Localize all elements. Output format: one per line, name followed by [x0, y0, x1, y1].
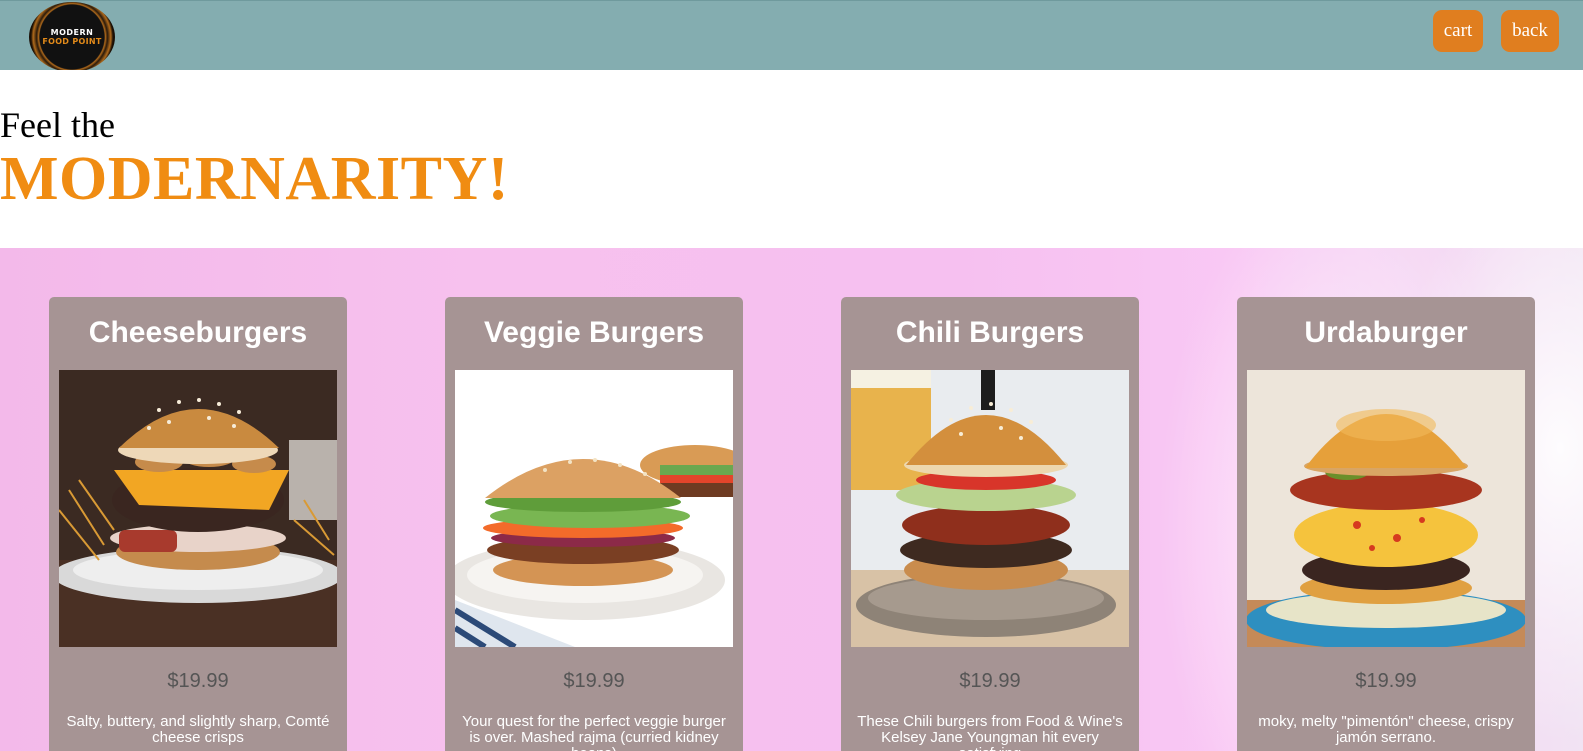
cart-button[interactable]: cart — [1433, 10, 1483, 52]
logo-text-bottom: FOOD POINT — [42, 37, 102, 46]
product-price: $19.99 — [563, 670, 625, 692]
modern-food-point-logo[interactable]: MODERN FOOD POINT — [29, 2, 115, 72]
product-title: Veggie Burgers — [483, 316, 705, 349]
product-description: These Chili burgers from Food & Wine's K… — [857, 713, 1123, 751]
product-price: $19.99 — [1355, 670, 1417, 692]
product-description: moky, melty "pimentón" cheese, crispy ja… — [1258, 713, 1514, 746]
product-description: Your quest for the perfect veggie burger… — [462, 713, 726, 751]
product-price: $19.99 — [959, 670, 1021, 692]
product-grid: Cheeseburgers $19.99 Salty, buttery, and… — [0, 248, 1583, 751]
product-card-veggie-burgers[interactable]: Veggie Burgers $19.99 Your quest for the… — [445, 297, 743, 751]
hero-subtitle: Feel the — [0, 105, 115, 145]
product-title: Cheeseburgers — [88, 316, 308, 349]
logo-text-top: MODERN — [50, 28, 94, 37]
product-card-chili-burgers[interactable]: Chili Burgers $19.99 These Chili burgers… — [841, 297, 1139, 751]
product-title: Chili Burgers — [895, 316, 1085, 349]
product-card-urdaburger[interactable]: Urdaburger $19.99 moky, melty "pimentón"… — [1237, 297, 1535, 751]
product-card-cheeseburgers[interactable]: Cheeseburgers $19.99 Salty, buttery, and… — [49, 297, 347, 751]
top-navbar: MODERN FOOD POINT cart back — [0, 0, 1583, 72]
product-image-chili-burger[interactable] — [851, 370, 1129, 647]
product-image-urdaburger[interactable] — [1247, 370, 1525, 647]
product-title: Urdaburger — [1304, 316, 1468, 349]
product-image-veggie-burger[interactable] — [455, 370, 733, 647]
product-description: Salty, buttery, and slightly sharp, Comt… — [66, 713, 330, 746]
product-price: $19.99 — [167, 670, 229, 692]
product-image-cheeseburger[interactable] — [59, 370, 337, 647]
hero-title: MODERNARITY! — [0, 145, 509, 213]
back-button[interactable]: back — [1501, 10, 1559, 52]
hero-section: Feel the MODERNARITY! — [0, 70, 1583, 248]
